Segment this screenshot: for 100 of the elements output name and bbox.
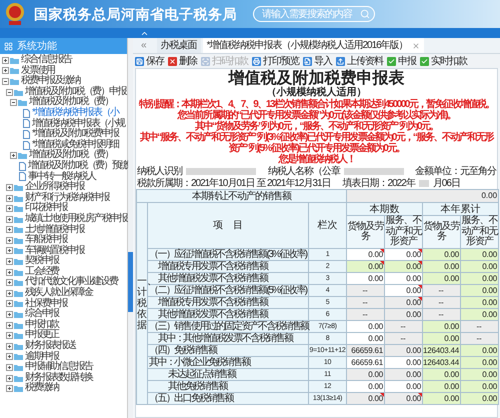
- form-title: 增值税及附加税费申报表: [227, 69, 406, 87]
- plus-box-icon[interactable]: [6, 226, 13, 234]
- column-header: 货物及劳务: [422, 216, 461, 248]
- tree-item[interactable]: 税费缴纳: [0, 383, 127, 394]
- tree-item[interactable]: 印花税申报: [0, 203, 127, 214]
- grid-icon: [4, 42, 13, 50]
- floppy-disk-icon: [135, 56, 144, 66]
- splitter[interactable]: [128, 38, 133, 418]
- minus-box-icon[interactable]: [2, 78, 9, 85]
- printer-icon: [252, 56, 261, 66]
- warning-text: 您当前所属期的“已代开专用发票金额”为0元(该金额仅供参考以实际为准)。: [177, 110, 456, 121]
- tree-item[interactable]: 契税申报: [0, 256, 127, 267]
- row-label: （五）出口免税销售额: [148, 392, 308, 404]
- taxpayer-id-label: 纳税人识别: [137, 164, 182, 178]
- plus-box-icon[interactable]: [6, 205, 13, 212]
- plus-box-icon[interactable]: [6, 194, 13, 202]
- plus-box-icon[interactable]: [6, 247, 13, 254]
- tree-item[interactable]: 申报辅助信息报告: [0, 362, 127, 373]
- warning-text: 特别提醒：本期栏次1、4、7、9、13栏次销售额合计如果本期达到450000元，暂免征收增值税。: [139, 99, 494, 110]
- plus-box-icon[interactable]: [6, 374, 13, 382]
- delete-icon: [168, 56, 177, 66]
- tree-item[interactable]: 综合信息报告: [0, 55, 127, 66]
- warning-text: 其中“货物及劳务”列为0元，“服务、不动产和无形资产”列为0元。: [194, 121, 438, 132]
- plus-box-icon[interactable]: [2, 67, 9, 74]
- plus-box-icon[interactable]: [6, 290, 13, 297]
- column-header: 服务、不动产和无形资产: [384, 216, 423, 248]
- plus-box-icon[interactable]: [6, 258, 13, 266]
- row-label: 其中：其他增值税发票不含税销售额: [148, 332, 308, 344]
- row-label: 增值税专用发票不含税销售额: [148, 260, 308, 272]
- tab[interactable]: 办税桌面: [156, 38, 201, 53]
- plus-box-icon[interactable]: [6, 311, 13, 318]
- fill-date-text: 月06日: [432, 176, 460, 190]
- row-label: （二）应征增值税不含税销售额(5%征收率): [148, 284, 308, 296]
- column-header: 项 目: [148, 202, 308, 248]
- row-label: 其他增值税发票不含税销售额: [148, 308, 308, 320]
- row-label: （三）销售使用过的固定资产不含税销售额: [148, 320, 308, 332]
- column-header: 栏次: [308, 202, 347, 248]
- plus-box-icon[interactable]: [6, 300, 13, 308]
- tab[interactable]: *增值税纳税申报表（小规模纳税人适用2016年版）: [202, 38, 424, 53]
- plus-box-icon[interactable]: [6, 279, 13, 286]
- tree-item[interactable]: *增值税纳税申报表（小: [0, 108, 127, 119]
- table-cell: 本期转让不动产的销售额: [136, 190, 347, 202]
- search-field[interactable]: 请输入需要搜索的内容: [253, 6, 375, 22]
- tree-item[interactable]: 综合申报: [0, 309, 127, 320]
- form-subtitle: （小规模纳税人适用）: [266, 87, 368, 98]
- toolbar-button[interactable]: 实时扣款: [420, 54, 467, 68]
- tree-item[interactable]: 车船税申报: [0, 235, 127, 246]
- minus-box-icon[interactable]: [6, 88, 13, 96]
- caret-icon[interactable]: [140, 29, 149, 38]
- plus-box-icon[interactable]: [6, 236, 13, 244]
- redacted-block: [418, 180, 429, 186]
- splitter-handle[interactable]: [128, 252, 133, 312]
- close-icon[interactable]: [412, 42, 420, 50]
- tree-item[interactable]: 财务报表报送: [0, 341, 127, 352]
- redacted-block: [186, 168, 256, 174]
- emblem-icon: [4, 2, 26, 26]
- column-header: 服务、不动产和无形资产: [460, 216, 499, 248]
- column-header: 本年累计: [422, 202, 499, 216]
- tree-item[interactable]: 增值税及附加税（费）: [0, 97, 127, 108]
- plus-box-icon[interactable]: [6, 353, 13, 360]
- tax-period-text: 税款所属期：2021年10月01日 至 2021年12月31日: [137, 176, 331, 190]
- row-label: 其中：小微企业免税销售额: [148, 356, 308, 368]
- import-icon: [303, 56, 312, 66]
- table-cell: 0.00: [346, 190, 499, 202]
- site-title: 国家税务总局河南省电子税务局: [34, 4, 237, 24]
- redacted-block: [344, 168, 404, 174]
- minus-box-icon[interactable]: [10, 99, 17, 106]
- scan-icon: [201, 56, 210, 66]
- tree-item[interactable]: *增值税及附加税费申报: [0, 129, 127, 140]
- tree-item[interactable]: 企业所得税申报: [0, 182, 127, 193]
- row-label: （四）免税销售额: [148, 344, 308, 356]
- checkmark-icon: [420, 56, 429, 66]
- tree-item[interactable]: 残疾人就业保障金: [0, 288, 127, 299]
- tree-item[interactable]: 城镇土地使用税 房产税申报: [0, 214, 127, 224]
- sidebar-title: 系统功能: [17, 40, 57, 54]
- row-label: 其他免税销售额: [148, 380, 308, 392]
- plus-box-icon[interactable]: [6, 184, 13, 191]
- warning-text: 其中“服务、不动产和无形资产”列(3%征收率)已代开专用发票金额为0元，“服务、不动产和无形资产”列(5%征收率)已代开专用发票金额为0元。: [139, 132, 494, 154]
- taxpayer-name-label: 纳税人名称（公章: [268, 164, 340, 178]
- warning-text: 您是增值税纳税人！: [278, 154, 355, 165]
- row-label: （一）应征增值税不含税销售额(3%征收率): [148, 248, 308, 260]
- plus-box-icon[interactable]: [6, 322, 13, 329]
- plus-box-icon[interactable]: [6, 342, 13, 350]
- upload-icon: [336, 56, 345, 66]
- amount-unit-text: 金额单位：元至角分: [415, 164, 496, 178]
- row-label: 增值税专用发票不含税销售额: [148, 296, 308, 308]
- plus-box-icon[interactable]: [6, 332, 13, 340]
- column-header: 货物及劳务: [346, 216, 385, 248]
- plus-box-icon[interactable]: [10, 152, 17, 160]
- fill-date-label: 填表日期：2022年: [342, 176, 415, 190]
- plus-box-icon[interactable]: [6, 364, 13, 372]
- plus-box-icon[interactable]: [6, 385, 13, 392]
- tree-item[interactable]: 增值税及附加税（费）: [0, 150, 127, 161]
- plus-box-icon[interactable]: [2, 56, 9, 64]
- checkmark-icon: [387, 56, 396, 66]
- toolbar-button[interactable]: 申报: [387, 54, 416, 68]
- plus-box-icon[interactable]: [6, 216, 13, 223]
- tree-item[interactable]: 税费申报及缴纳: [0, 76, 127, 87]
- column-header: 本期数: [346, 202, 423, 216]
- plus-box-icon[interactable]: [6, 268, 13, 276]
